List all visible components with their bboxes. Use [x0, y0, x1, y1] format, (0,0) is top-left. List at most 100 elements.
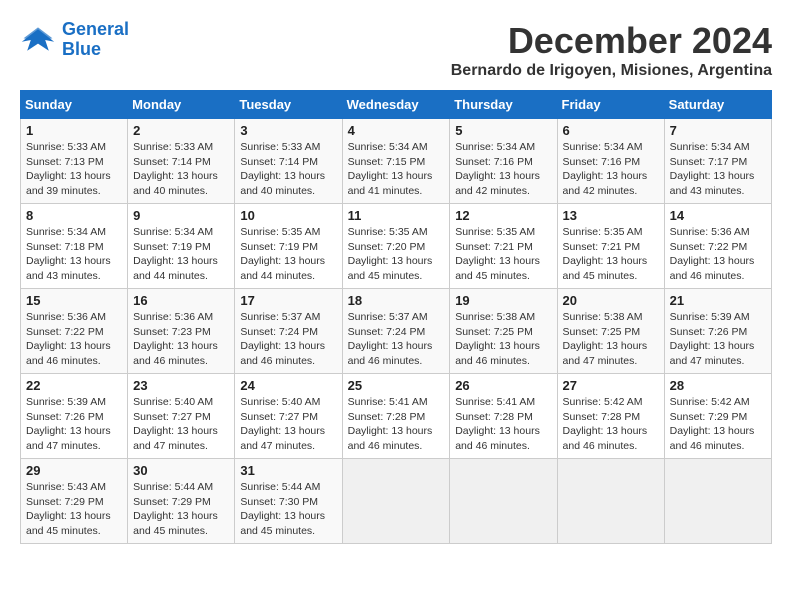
day-info: Sunrise: 5:42 AM Sunset: 7:28 PM Dayligh…: [563, 395, 659, 454]
calendar-cell: 28Sunrise: 5:42 AM Sunset: 7:29 PM Dayli…: [664, 374, 771, 459]
calendar-cell: 30 Sunrise: 5:44 AM Sunset: 7:29 PM Dayli…: [128, 459, 235, 544]
day-number: 29: [26, 463, 122, 478]
location-subtitle: Bernardo de Irigoyen, Misiones, Argentin…: [451, 62, 772, 80]
calendar-cell: 15 Sunrise: 5:36 AM Sunset: 7:22 PM Dayli…: [21, 289, 128, 374]
calendar-week-3: 15 Sunrise: 5:36 AM Sunset: 7:22 PM Dayli…: [21, 289, 772, 374]
logo-text: General Blue: [62, 20, 129, 60]
day-number: 17: [240, 293, 336, 308]
day-number: 9: [133, 208, 229, 223]
calendar-cell: 14Sunrise: 5:36 AM Sunset: 7:22 PM Dayli…: [664, 204, 771, 289]
calendar-cell: [664, 459, 771, 544]
calendar-cell: [450, 459, 557, 544]
day-info: Sunrise: 5:37 AM Sunset: 7:24 PM Dayligh…: [348, 310, 445, 369]
page-header: General Blue December 2024 Bernardo de I…: [20, 20, 772, 80]
day-number: 24: [240, 378, 336, 393]
day-info: Sunrise: 5:34 AM Sunset: 7:15 PM Dayligh…: [348, 140, 445, 199]
day-number: 15: [26, 293, 122, 308]
calendar-cell: 1 Sunrise: 5:33 AM Sunset: 7:13 PM Daylig…: [21, 119, 128, 204]
day-info: Sunrise: 5:41 AM Sunset: 7:28 PM Dayligh…: [348, 395, 445, 454]
day-number: 22: [26, 378, 122, 393]
header-saturday: Saturday: [664, 91, 771, 119]
day-info: Sunrise: 5:38 AM Sunset: 7:25 PM Dayligh…: [455, 310, 551, 369]
header-wednesday: Wednesday: [342, 91, 450, 119]
day-number: 28: [670, 378, 766, 393]
calendar-cell: 6Sunrise: 5:34 AM Sunset: 7:16 PM Daylig…: [557, 119, 664, 204]
day-number: 12: [455, 208, 551, 223]
day-number: 30: [133, 463, 229, 478]
day-number: 20: [563, 293, 659, 308]
logo: General Blue: [20, 20, 129, 60]
day-info: Sunrise: 5:37 AM Sunset: 7:24 PM Dayligh…: [240, 310, 336, 369]
day-number: 18: [348, 293, 445, 308]
calendar-cell: 20 Sunrise: 5:38 AM Sunset: 7:25 PM Dayli…: [557, 289, 664, 374]
day-info: Sunrise: 5:35 AM Sunset: 7:20 PM Dayligh…: [348, 225, 445, 284]
calendar-cell: 2Sunrise: 5:33 AM Sunset: 7:14 PM Daylig…: [128, 119, 235, 204]
day-info: Sunrise: 5:34 AM Sunset: 7:19 PM Dayligh…: [133, 225, 229, 284]
day-number: 5: [455, 123, 551, 138]
day-number: 10: [240, 208, 336, 223]
calendar-cell: 17 Sunrise: 5:37 AM Sunset: 7:24 PM Dayli…: [235, 289, 342, 374]
day-info: Sunrise: 5:35 AM Sunset: 7:21 PM Dayligh…: [455, 225, 551, 284]
day-number: 27: [563, 378, 659, 393]
day-info: Sunrise: 5:34 AM Sunset: 7:18 PM Dayligh…: [26, 225, 122, 284]
calendar-cell: 10 Sunrise: 5:35 AM Sunset: 7:19 PM Dayli…: [235, 204, 342, 289]
day-info: Sunrise: 5:44 AM Sunset: 7:30 PM Dayligh…: [240, 480, 336, 539]
header-tuesday: Tuesday: [235, 91, 342, 119]
day-info: Sunrise: 5:36 AM Sunset: 7:23 PM Dayligh…: [133, 310, 229, 369]
day-number: 31: [240, 463, 336, 478]
day-info: Sunrise: 5:41 AM Sunset: 7:28 PM Dayligh…: [455, 395, 551, 454]
day-info: Sunrise: 5:40 AM Sunset: 7:27 PM Dayligh…: [240, 395, 336, 454]
calendar-cell: 3 Sunrise: 5:33 AM Sunset: 7:14 PM Daylig…: [235, 119, 342, 204]
logo-bird-icon: [20, 25, 56, 55]
day-info: Sunrise: 5:33 AM Sunset: 7:13 PM Dayligh…: [26, 140, 122, 199]
day-number: 1: [26, 123, 122, 138]
calendar-cell: [557, 459, 664, 544]
day-number: 13: [563, 208, 659, 223]
day-number: 2: [133, 123, 229, 138]
calendar-cell: [342, 459, 450, 544]
calendar-cell: 13 Sunrise: 5:35 AM Sunset: 7:21 PM Dayli…: [557, 204, 664, 289]
day-info: Sunrise: 5:39 AM Sunset: 7:26 PM Dayligh…: [670, 310, 766, 369]
day-info: Sunrise: 5:38 AM Sunset: 7:25 PM Dayligh…: [563, 310, 659, 369]
day-info: Sunrise: 5:35 AM Sunset: 7:21 PM Dayligh…: [563, 225, 659, 284]
day-number: 23: [133, 378, 229, 393]
day-info: Sunrise: 5:34 AM Sunset: 7:16 PM Dayligh…: [455, 140, 551, 199]
calendar-cell: 16 Sunrise: 5:36 AM Sunset: 7:23 PM Dayli…: [128, 289, 235, 374]
day-info: Sunrise: 5:36 AM Sunset: 7:22 PM Dayligh…: [26, 310, 122, 369]
day-info: Sunrise: 5:33 AM Sunset: 7:14 PM Dayligh…: [240, 140, 336, 199]
day-info: Sunrise: 5:44 AM Sunset: 7:29 PM Dayligh…: [133, 480, 229, 539]
month-title: December 2024: [451, 20, 772, 62]
day-number: 16: [133, 293, 229, 308]
calendar-cell: 18 Sunrise: 5:37 AM Sunset: 7:24 PM Dayli…: [342, 289, 450, 374]
calendar-cell: 7 Sunrise: 5:34 AM Sunset: 7:17 PM Daylig…: [664, 119, 771, 204]
day-number: 19: [455, 293, 551, 308]
calendar-cell: 12 Sunrise: 5:35 AM Sunset: 7:21 PM Dayli…: [450, 204, 557, 289]
day-number: 6: [563, 123, 659, 138]
calendar-cell: 27 Sunrise: 5:42 AM Sunset: 7:28 PM Dayli…: [557, 374, 664, 459]
calendar-cell: 19 Sunrise: 5:38 AM Sunset: 7:25 PM Dayli…: [450, 289, 557, 374]
calendar-cell: 9 Sunrise: 5:34 AM Sunset: 7:19 PM Daylig…: [128, 204, 235, 289]
day-number: 11: [348, 208, 445, 223]
header-sunday: Sunday: [21, 91, 128, 119]
calendar-cell: 26Sunrise: 5:41 AM Sunset: 7:28 PM Dayli…: [450, 374, 557, 459]
calendar-cell: 5 Sunrise: 5:34 AM Sunset: 7:16 PM Daylig…: [450, 119, 557, 204]
day-number: 7: [670, 123, 766, 138]
day-number: 14: [670, 208, 766, 223]
day-number: 25: [348, 378, 445, 393]
calendar-cell: 8 Sunrise: 5:34 AM Sunset: 7:18 PM Daylig…: [21, 204, 128, 289]
day-number: 3: [240, 123, 336, 138]
day-number: 4: [348, 123, 445, 138]
calendar-header-row: SundayMondayTuesdayWednesdayThursdayFrid…: [21, 91, 772, 119]
day-number: 21: [670, 293, 766, 308]
calendar-body: 1 Sunrise: 5:33 AM Sunset: 7:13 PM Daylig…: [21, 119, 772, 544]
calendar-cell: 25 Sunrise: 5:41 AM Sunset: 7:28 PM Dayli…: [342, 374, 450, 459]
header-friday: Friday: [557, 91, 664, 119]
calendar-cell: 29 Sunrise: 5:43 AM Sunset: 7:29 PM Dayli…: [21, 459, 128, 544]
day-info: Sunrise: 5:35 AM Sunset: 7:19 PM Dayligh…: [240, 225, 336, 284]
day-info: Sunrise: 5:40 AM Sunset: 7:27 PM Dayligh…: [133, 395, 229, 454]
calendar-cell: 21 Sunrise: 5:39 AM Sunset: 7:26 PM Dayli…: [664, 289, 771, 374]
day-number: 8: [26, 208, 122, 223]
day-info: Sunrise: 5:34 AM Sunset: 7:17 PM Dayligh…: [670, 140, 766, 199]
day-info: Sunrise: 5:43 AM Sunset: 7:29 PM Dayligh…: [26, 480, 122, 539]
calendar-week-5: 29 Sunrise: 5:43 AM Sunset: 7:29 PM Dayli…: [21, 459, 772, 544]
